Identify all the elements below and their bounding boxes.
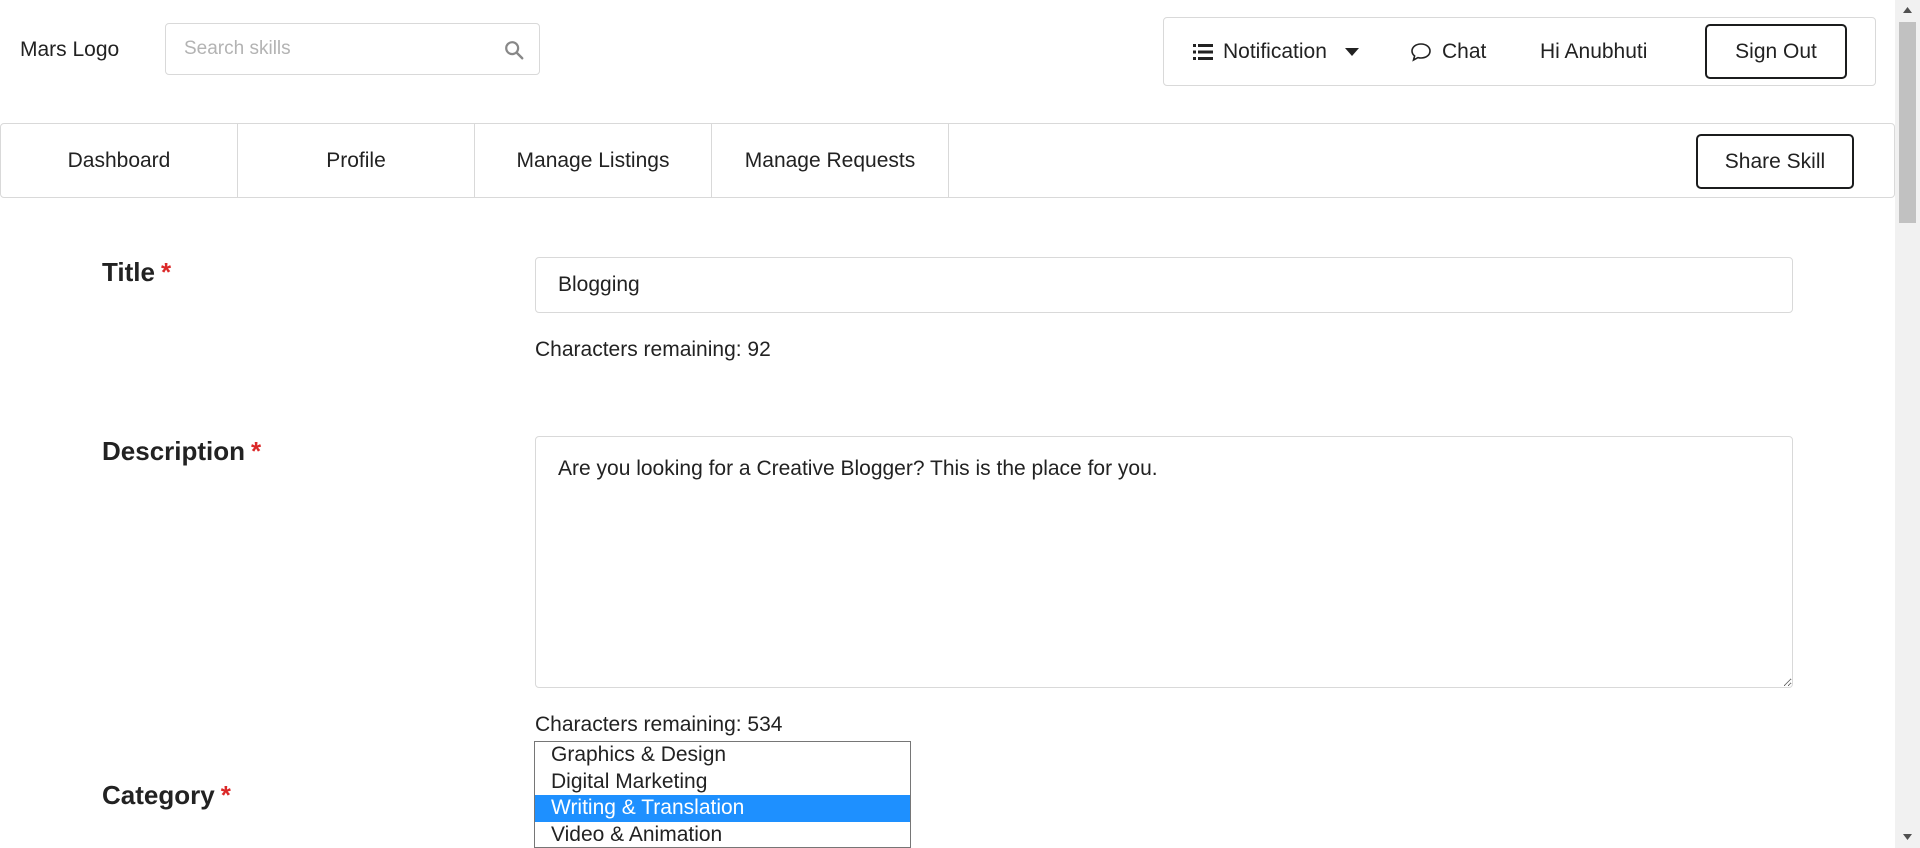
top-menu: Notification Chat Hi Anubhuti Sign Out [1163,17,1876,86]
tab-manage-listings[interactable]: Manage Listings [475,124,712,197]
chat-link[interactable]: Chat [1410,18,1486,85]
category-option-selected[interactable]: Writing & Translation [535,795,910,822]
share-skill-button[interactable]: Share Skill [1696,134,1854,189]
title-label-text: Title [102,257,155,287]
description-label-text: Description [102,436,246,466]
scroll-down-arrow-icon[interactable] [1895,826,1920,848]
logo[interactable]: Mars Logo [20,38,119,62]
tab-dashboard[interactable]: Dashboard [1,124,238,197]
search-input[interactable] [184,24,484,74]
notification-dropdown[interactable]: Notification [1193,18,1359,85]
list-icon [1193,43,1213,60]
search-icon[interactable] [503,39,525,61]
title-characters-remaining: Characters remaining: 92 [535,338,771,361]
notification-label: Notification [1223,39,1327,63]
title-input[interactable] [535,257,1793,313]
tab-manage-requests[interactable]: Manage Requests [712,124,949,197]
required-marker: * [160,257,172,287]
category-option[interactable]: Video & Animation [535,822,910,848]
category-label-text: Category [102,780,215,810]
chat-icon [1411,42,1431,62]
search-box [165,23,540,75]
category-listbox[interactable]: Graphics & Design Digital Marketing Writ… [534,741,911,848]
description-characters-remaining: Characters remaining: 534 [535,713,783,736]
description-label: Description * [102,436,261,467]
scrollbar-thumb[interactable] [1899,22,1916,223]
vertical-scrollbar[interactable] [1895,0,1920,848]
main-nav: Dashboard Profile Manage Listings Manage… [0,123,1895,198]
tab-profile[interactable]: Profile [238,124,475,197]
category-label: Category * [102,780,231,811]
chat-label: Chat [1442,39,1487,63]
required-marker: * [251,436,262,466]
user-greeting[interactable]: Hi Anubhuti [1540,18,1647,85]
category-option[interactable]: Digital Marketing [535,769,910,796]
scroll-up-arrow-icon[interactable] [1895,0,1920,20]
sign-out-button[interactable]: Sign Out [1705,24,1847,79]
title-label: Title * [102,257,171,288]
caret-down-icon [1344,47,1359,56]
description-textarea[interactable]: Are you looking for a Creative Blogger? … [535,436,1793,688]
required-marker: * [220,780,231,810]
category-option[interactable]: Graphics & Design [535,742,910,769]
